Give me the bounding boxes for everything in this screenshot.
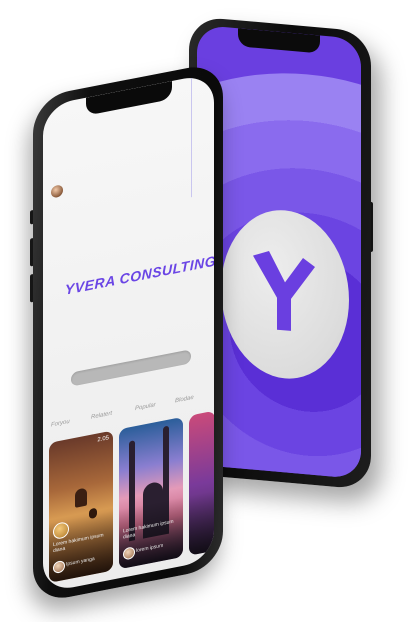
brand-title: YVERA CONSULTING	[65, 252, 214, 298]
feed-card[interactable]: 2.05 Lorem hakimum ipsum diana Ipsum yan…	[49, 430, 113, 583]
card-shade	[189, 490, 214, 556]
card-count: 2.05	[97, 435, 109, 444]
layout-guide-line	[191, 77, 192, 198]
feed-card[interactable]	[189, 410, 214, 556]
mockup-stage: YVERA CONSULTING Foryou Relatert Popular…	[0, 0, 410, 622]
tab-popular[interactable]: Popular	[135, 402, 156, 412]
feed-card[interactable]: Lorem hakimum ipsum diana lorem ipsum	[119, 416, 183, 570]
profile-avatar[interactable]	[51, 184, 63, 199]
feed-cards: 2.05 Lorem hakimum ipsum diana Ipsum yan…	[49, 410, 214, 583]
author-name: Ipsum yanga	[66, 556, 95, 568]
tab-blodae[interactable]: Blodae	[175, 395, 194, 405]
app-screen: YVERA CONSULTING Foryou Relatert Popular…	[43, 72, 214, 594]
author-avatar	[123, 546, 135, 561]
y-logo-icon	[253, 250, 315, 331]
author-avatar	[53, 559, 65, 575]
author-name: lorem ipsum	[136, 542, 164, 554]
front-phone: YVERA CONSULTING Foryou Relatert Popular…	[30, 61, 223, 604]
search-input[interactable]	[71, 349, 191, 387]
tab-relatert[interactable]: Relatert	[91, 411, 112, 421]
card-image-figure	[75, 487, 87, 508]
tab-foryou[interactable]: Foryou	[51, 419, 70, 429]
